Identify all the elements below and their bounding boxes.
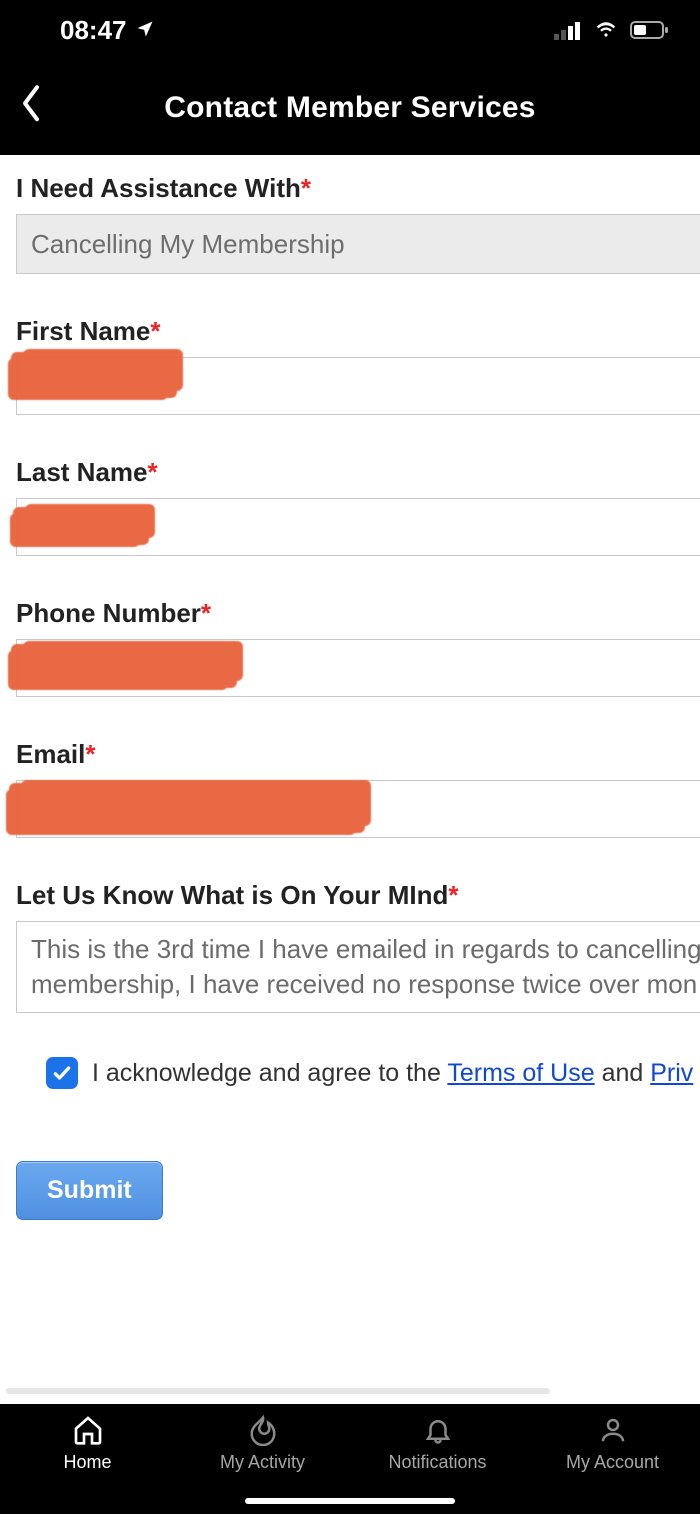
home-indicator[interactable] [245,1498,455,1504]
tab-label: Home [63,1452,111,1473]
page-title: Contact Member Services [0,91,700,125]
last-name-label: Last Name* [16,457,700,488]
assist-label: I Need Assistance With* [16,173,700,204]
tab-label: My Activity [220,1452,305,1473]
first-name-input[interactable] [31,371,686,402]
bell-icon [423,1414,453,1446]
phone-field[interactable] [16,639,700,697]
horizontal-scroll-indicator [6,1388,550,1394]
battery-icon [630,20,670,40]
acknowledge-checkbox[interactable] [46,1057,78,1089]
back-button[interactable] [18,83,44,128]
privacy-link[interactable]: Priv [650,1059,693,1087]
mind-textarea[interactable]: This is the 3rd time I have emailed in r… [16,921,700,1013]
last-name-input[interactable] [31,512,686,543]
tab-label: Notifications [388,1452,486,1473]
cell-signal-icon [554,20,582,40]
status-bar: 08:47 [0,0,700,60]
phone-label: Phone Number* [16,598,700,629]
flame-icon [248,1414,278,1446]
tab-home[interactable]: Home [0,1414,175,1473]
status-time: 08:47 [60,15,127,46]
first-name-label: First Name* [16,316,700,347]
app-header: Contact Member Services [0,60,700,155]
first-name-field[interactable] [16,357,700,415]
phone-input[interactable] [31,653,686,684]
tab-account[interactable]: My Account [525,1414,700,1473]
contact-form: I Need Assistance With* Cancelling My Me… [0,155,700,1404]
person-icon [598,1414,628,1446]
location-icon [135,15,155,46]
tab-label: My Account [566,1452,659,1473]
acknowledge-text: I acknowledge and agree to the Terms of … [92,1059,693,1088]
mind-label: Let Us Know What is On Your MInd* [16,880,700,911]
wifi-icon [592,20,620,40]
home-icon [71,1414,105,1446]
submit-button[interactable]: Submit [16,1161,163,1220]
assist-select[interactable]: Cancelling My Membership [16,214,700,274]
acknowledge-row: I acknowledge and agree to the Terms of … [16,1057,700,1089]
email-label: Email* [16,739,700,770]
email-field[interactable] [16,780,700,838]
tab-notifications[interactable]: Notifications [350,1414,525,1473]
terms-link[interactable]: Terms of Use [447,1059,594,1087]
last-name-field[interactable] [16,498,700,556]
tab-activity[interactable]: My Activity [175,1414,350,1473]
email-input[interactable] [31,794,686,825]
